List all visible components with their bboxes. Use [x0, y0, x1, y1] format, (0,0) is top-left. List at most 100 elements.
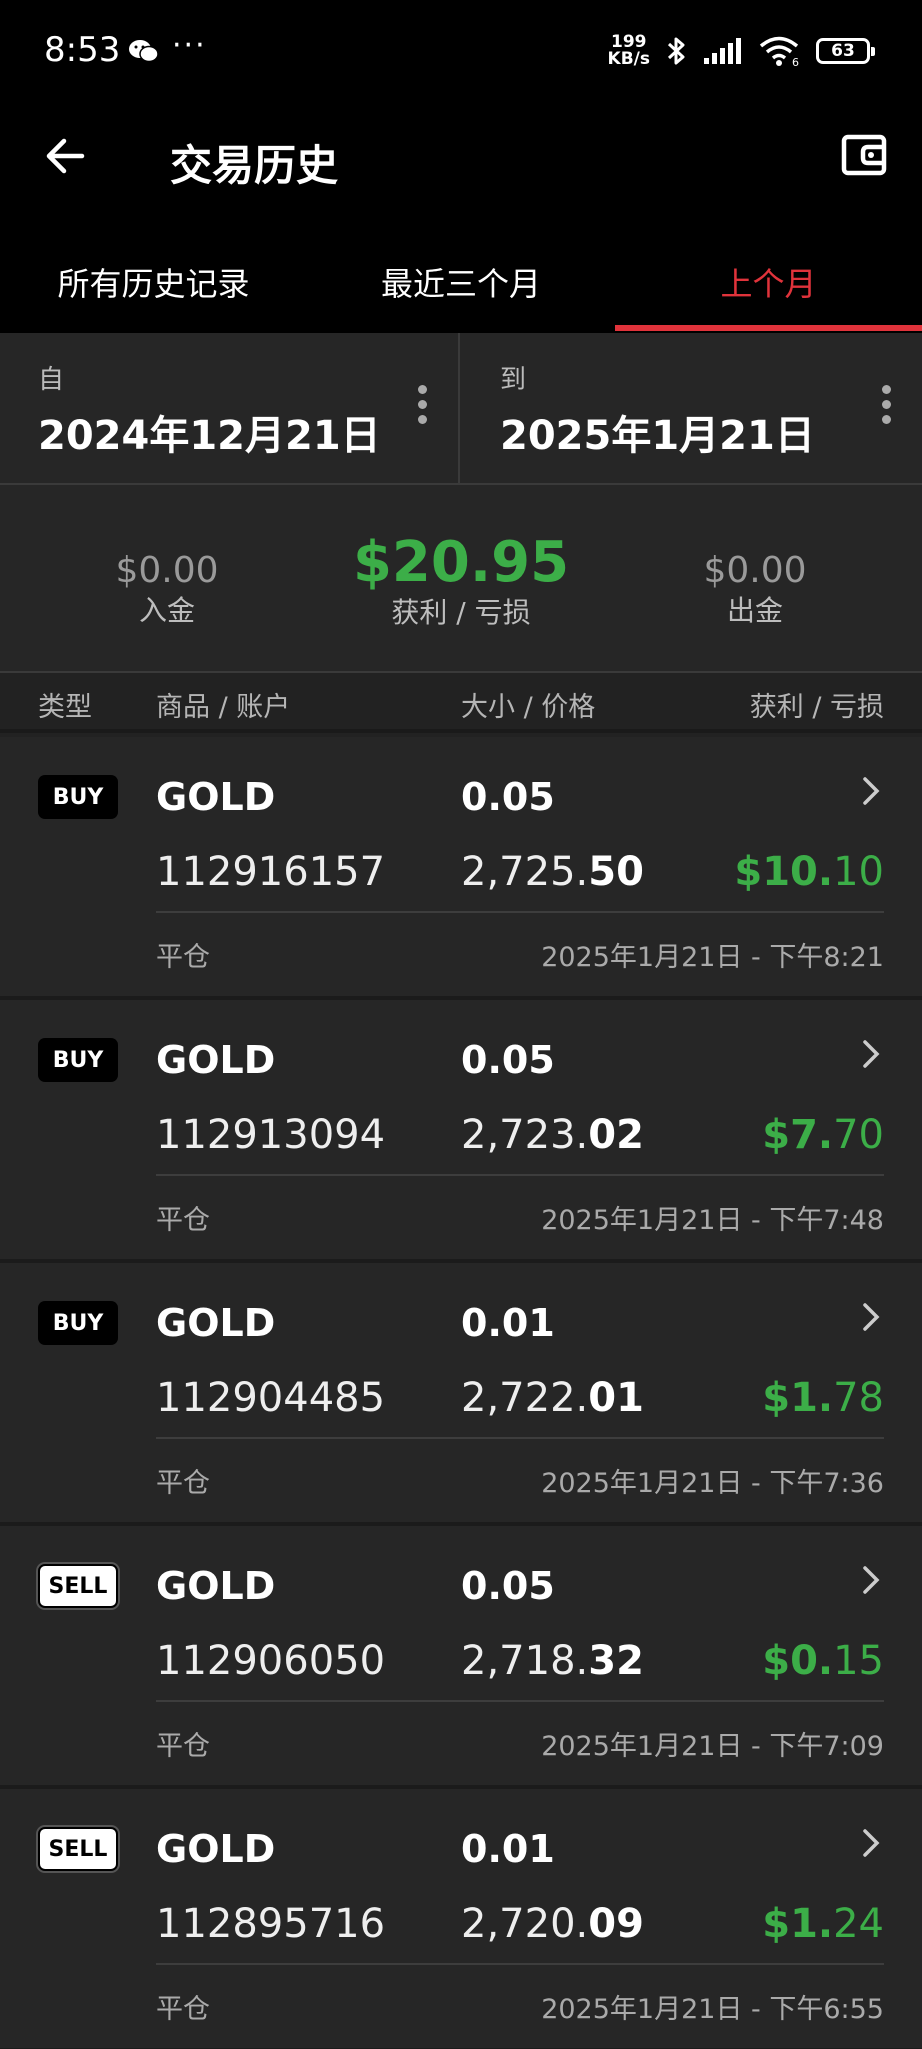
trade-size: 0.05 [461, 1564, 555, 1608]
trade-symbol: GOLD [156, 1301, 276, 1345]
trade-symbol: GOLD [156, 1038, 276, 1082]
row-divider [156, 1174, 884, 1176]
trade-account: 112895716 [156, 1901, 386, 1947]
price-frac: 09 [588, 1901, 644, 1947]
net-speed: 199 KB/s [608, 34, 650, 68]
date-to-label: 到 [500, 365, 527, 395]
column-headers: 类型 商品 / 账户 大小 / 价格 获利 / 亏损 [0, 673, 922, 733]
trade-size: 0.05 [461, 1038, 555, 1082]
price-frac: 01 [588, 1375, 644, 1421]
date-range: 自 2024年12月21日 到 2025年1月21日 [0, 333, 922, 485]
trade-time: 2025年1月21日 - 下午7:48 [541, 1205, 884, 1236]
trade-size: 0.01 [461, 1827, 555, 1871]
chevron-right-icon [863, 1303, 880, 1331]
pl-total-label: 获利 / 亏损 [391, 596, 531, 629]
battery-indicator: 63 [816, 38, 875, 64]
tab-all-history[interactable]: 所有历史记录 [0, 230, 307, 333]
status-more-dots: ··· [172, 28, 207, 63]
price-main: 2,725. [461, 849, 589, 895]
withdraw-summary: $0.00 出金 [655, 485, 855, 629]
trade-pl: $0.15 [762, 1638, 884, 1684]
status-bar: 8:53 ··· 199 KB/s 6 63 [0, 0, 922, 110]
deposit-label: 入金 [138, 594, 195, 627]
date-from-picker[interactable]: 自 2024年12月21日 [0, 333, 460, 483]
trade-price: 2,725.50 [461, 849, 644, 895]
trade-pl: $1.78 [762, 1375, 884, 1421]
trade-price: 2,718.32 [461, 1638, 644, 1684]
trade-account: 112916157 [156, 849, 386, 895]
trade-row[interactable]: BUY GOLD 0.05 112916157 2,725.50 $10.10 … [0, 737, 922, 1000]
row-divider [156, 911, 884, 913]
pl-summary: $20.95 获利 / 亏损 [311, 485, 611, 631]
trade-pl: $7.70 [762, 1112, 884, 1158]
pl-main: $1. [762, 1901, 834, 1947]
date-from-label: 自 [38, 365, 65, 395]
price-main: 2,718. [461, 1638, 589, 1684]
trade-time: 2025年1月21日 - 下午8:21 [541, 942, 884, 973]
chevron-right-icon [863, 1829, 880, 1857]
period-tabs: 所有历史记录 最近三个月 上个月 [0, 230, 922, 333]
trade-symbol: GOLD [156, 1564, 276, 1608]
chevron-right-icon [863, 777, 880, 805]
trade-price: 2,723.02 [461, 1112, 644, 1158]
kebab-menu-icon[interactable] [416, 385, 428, 429]
trade-price: 2,720.09 [461, 1901, 644, 1947]
row-divider [156, 1700, 884, 1702]
chevron-right-icon [863, 1566, 880, 1594]
pl-frac: 70 [833, 1112, 884, 1158]
svg-text:6: 6 [792, 56, 799, 67]
trade-symbol: GOLD [156, 1827, 276, 1871]
trade-pl: $1.24 [762, 1901, 884, 1947]
pl-main: $1. [762, 1375, 834, 1421]
withdraw-label: 出金 [726, 594, 783, 627]
side-badge: BUY [38, 1038, 118, 1082]
net-speed-unit: KB/s [607, 49, 650, 69]
trade-account: 112904485 [156, 1375, 386, 1421]
col-type: 类型 [38, 692, 92, 723]
app-bar: 交易历史 [0, 110, 922, 230]
trade-time: 2025年1月21日 - 下午7:09 [541, 1731, 884, 1762]
tab-last-month[interactable]: 上个月 [615, 230, 922, 333]
trade-status: 平仓 [156, 1468, 210, 1499]
side-badge: BUY [38, 775, 118, 819]
trade-size: 0.05 [461, 775, 555, 819]
wallet-icon[interactable] [838, 128, 892, 182]
trade-account: 112913094 [156, 1112, 386, 1158]
trade-pl: $10.10 [734, 849, 884, 895]
pl-frac: 24 [833, 1901, 884, 1947]
date-from-value: 2024年12月21日 [38, 413, 381, 459]
status-icons: 199 KB/s 6 63 [608, 34, 875, 68]
price-main: 2,723. [461, 1112, 589, 1158]
tab-last-three-months[interactable]: 最近三个月 [307, 230, 615, 333]
pl-frac: 10 [833, 849, 884, 895]
trade-time: 2025年1月21日 - 下午6:55 [541, 1994, 884, 2025]
trade-row[interactable]: BUY GOLD 0.05 112913094 2,723.02 $7.70 平… [0, 1000, 922, 1263]
trade-row[interactable]: SELL GOLD 0.05 112906050 2,718.32 $0.15 … [0, 1526, 922, 1789]
trade-size: 0.01 [461, 1301, 555, 1345]
trade-time: 2025年1月21日 - 下午7:36 [541, 1468, 884, 1499]
deposit-summary: $0.00 入金 [67, 485, 267, 629]
chevron-right-icon [863, 1040, 880, 1068]
summary-panel: $0.00 入金 $20.95 获利 / 亏损 $0.00 出金 [0, 485, 922, 673]
kebab-menu-icon[interactable] [880, 385, 892, 429]
pl-main: $7. [762, 1112, 834, 1158]
pl-main: $0. [762, 1638, 834, 1684]
price-main: 2,722. [461, 1375, 589, 1421]
active-tab-indicator [615, 325, 922, 331]
trade-row[interactable]: BUY GOLD 0.01 112904485 2,722.01 $1.78 平… [0, 1263, 922, 1526]
trade-row[interactable]: SELL GOLD 0.01 112895716 2,720.09 $1.24 … [0, 1789, 922, 2049]
page-title: 交易历史 [170, 141, 339, 190]
trade-status: 平仓 [156, 1994, 210, 2025]
row-divider [156, 1963, 884, 1965]
bluetooth-icon [667, 37, 685, 65]
back-arrow-icon[interactable] [40, 130, 92, 182]
col-pl: 获利 / 亏损 [749, 692, 884, 723]
deposit-value: $0.00 [115, 550, 219, 591]
price-frac: 32 [588, 1638, 644, 1684]
price-main: 2,720. [461, 1901, 589, 1947]
wechat-icon [129, 40, 159, 63]
pl-frac: 78 [833, 1375, 884, 1421]
date-to-value: 2025年1月21日 [500, 413, 815, 459]
date-to-picker[interactable]: 到 2025年1月21日 [462, 333, 922, 483]
trade-price: 2,722.01 [461, 1375, 644, 1421]
